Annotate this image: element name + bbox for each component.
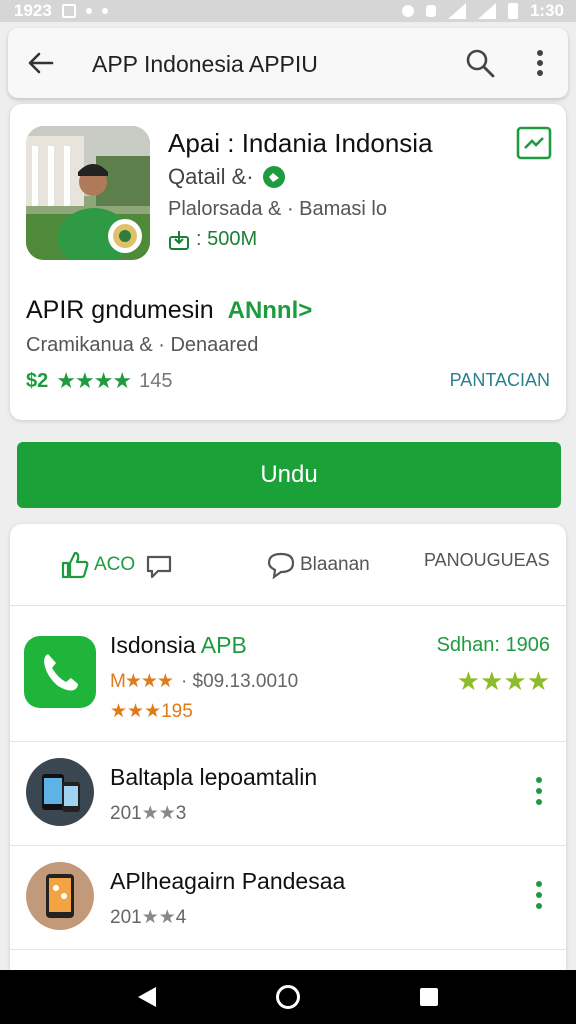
list-item-meta: 201 ★★ 4 (110, 906, 186, 929)
rating-stars: ★★★★ (56, 368, 132, 393)
developer-name[interactable]: Qatail &· (168, 164, 254, 190)
hand-phone-app-icon (26, 862, 94, 930)
list-item-stars-2: ★★★ (110, 701, 162, 722)
data-icon (425, 5, 436, 17)
price-label: $2 (26, 369, 49, 392)
chat-bubble-icon (267, 552, 295, 580)
battery-icon (507, 3, 518, 19)
signal-icon (477, 3, 496, 19)
alarm-icon (401, 5, 414, 17)
like-label: ACO (94, 554, 136, 575)
notification-dot-icon (85, 8, 92, 14)
search-query[interactable]: APP Indonesia APPIU (92, 51, 318, 78)
notification-dot-icon (101, 8, 108, 14)
details-link[interactable]: PANTACIAN (450, 370, 550, 391)
list-item-number: 4 (175, 906, 187, 928)
search-icon[interactable] (464, 47, 496, 79)
list-item-title-b: APB (200, 632, 247, 658)
more-vert-icon[interactable] (534, 776, 544, 806)
list-item-number: 195 (161, 700, 193, 722)
app-title: Apai : Indania Indonsia (168, 128, 433, 158)
install-button[interactable]: Undu (17, 442, 561, 508)
list-item-meta: M★★★ · $09.13.0010 (110, 670, 298, 693)
list-item[interactable]: APlheagairn Pandesaa 201 ★★ 4 (10, 846, 566, 950)
downloads-row: : 500M (168, 228, 257, 251)
wifi-icon (447, 3, 466, 19)
list-item-right-label: Sdhan: 1906 (436, 634, 550, 656)
app-subtitle-row: APIR gndumesin ANnnl> (26, 296, 312, 325)
list-item-title: Baltapla lepoamtalin (110, 764, 318, 790)
list-item-year: 201 (110, 906, 142, 928)
list-item-stars: ★★ (141, 907, 176, 928)
list-item-price: · $09.13.0010 (180, 670, 299, 692)
action-row: ACO Blaanan PANOUGUEAS (10, 524, 566, 606)
list-item-title: APlheagairn Pandesaa (110, 868, 346, 894)
status-time-left: 1923 (14, 1, 52, 20)
nav-recents-icon[interactable] (416, 984, 442, 1010)
verified-badge-icon (262, 166, 285, 188)
list-item-number: 3 (175, 802, 187, 824)
notification-icon (61, 4, 76, 18)
list-item-stars: M★★★ (110, 671, 174, 692)
rating-row: $2 ★★★★ 145 (26, 368, 173, 394)
developer-row[interactable]: Qatail &· (168, 164, 286, 190)
thumbs-up-icon (61, 551, 89, 579)
phones-app-icon (26, 758, 94, 826)
app-sub-meta: Cramikanua & · Denaared (26, 334, 259, 356)
list-item-right-stars: ★★★★ (456, 666, 550, 696)
download-icon (169, 230, 189, 250)
system-nav-bar (0, 970, 576, 1024)
app-category: Plalorsada & · Bamasi lo (168, 198, 387, 220)
nav-back-icon[interactable] (134, 984, 160, 1010)
app-subtitle-tag: ANnnl> (227, 296, 313, 324)
languages-button[interactable]: PANOUGUEAS (424, 550, 550, 571)
list-item-title-a: Isdonsia (110, 632, 196, 658)
list-item[interactable]: Isdonsia APB M★★★ · $09.13.0010 ★★★ 195 … (10, 606, 566, 742)
more-vert-icon[interactable] (528, 48, 552, 78)
list-item-title: Isdonsia APB (110, 632, 247, 659)
rating-count: 145 (139, 369, 173, 392)
share-button[interactable]: Blaanan (266, 550, 370, 580)
more-vert-icon[interactable] (534, 880, 544, 910)
downloads-count: : 500M (196, 228, 258, 250)
list-item-stars: ★★ (141, 803, 176, 824)
status-time-right: 1:30 (529, 1, 564, 20)
back-arrow-icon[interactable] (26, 48, 56, 78)
wishlist-icon[interactable] (516, 126, 552, 160)
comment-icon[interactable] (144, 552, 174, 582)
list-item[interactable]: Baltapla lepoamtalin 201 ★★ 3 (10, 742, 566, 846)
search-bar[interactable]: APP Indonesia APPIU (8, 28, 568, 98)
nav-home-icon[interactable] (275, 984, 301, 1010)
list-item-meta: 201 ★★ 3 (110, 802, 186, 825)
list-item-meta-2: ★★★ 195 (110, 700, 193, 723)
phone-app-icon (24, 636, 96, 708)
app-subtitle: APIR gndumesin (26, 296, 214, 324)
status-bar: 1923 1:30 (0, 0, 576, 22)
related-apps-card: ACO Blaanan PANOUGUEAS Isdonsia APB M★★★… (10, 524, 566, 970)
app-info-card: Apai : Indania Indonsia Qatail &· Plalor… (10, 104, 566, 420)
app-icon[interactable] (26, 126, 150, 260)
like-button[interactable]: ACO (60, 550, 135, 580)
share-label: Blaanan (300, 554, 370, 575)
list-item-year: 201 (110, 802, 142, 824)
